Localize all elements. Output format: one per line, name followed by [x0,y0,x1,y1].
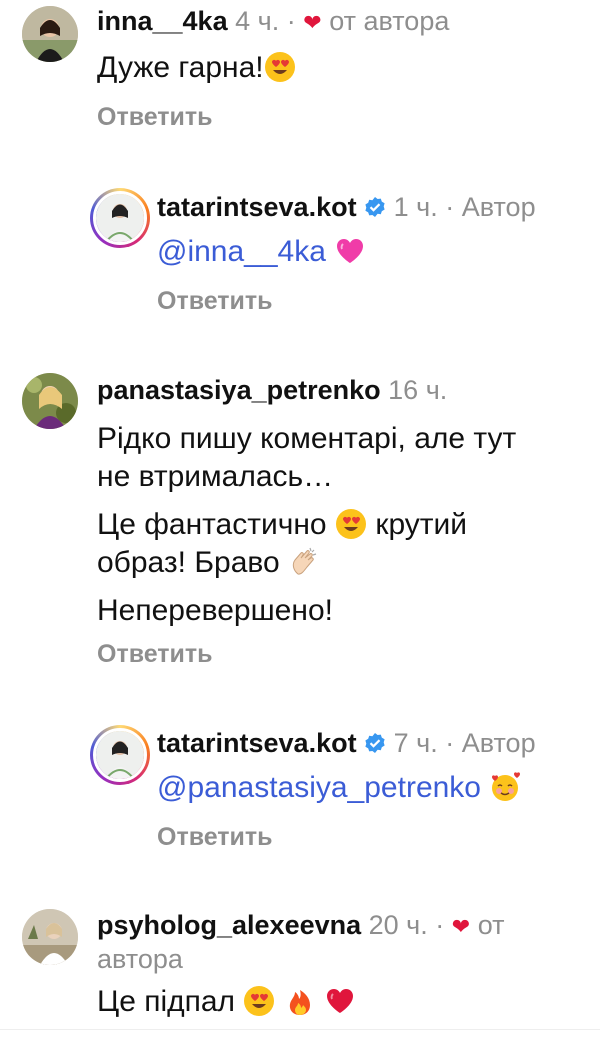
verified-badge-icon [365,733,385,753]
timestamp: 7 ч. [393,728,438,758]
comment-meta: panastasiya_petrenko 16 ч. [97,373,447,407]
separator: · [445,192,455,222]
author-badge: Автор [461,192,536,222]
liked-by-author-label: от автора [329,6,450,36]
comment-meta-wrap: автора [97,942,183,976]
comment-line: Дуже гарна! [97,51,264,84]
comment-text: Це підпал [97,983,356,1021]
comment-inna: inna__4ka 4 ч. · ❤ от автора Дуже гарна!… [0,0,600,140]
comment-meta: tatarintseva.kot 1 ч. · Автор [157,190,536,224]
smiling-hearts-emoji [492,772,521,801]
reply-button[interactable]: Ответить [157,823,273,852]
reply-button[interactable]: Ответить [97,103,213,132]
clapping-hands-emoji [292,547,317,575]
reply-button[interactable]: Ответить [97,640,213,669]
pink-heart-emoji [337,239,364,263]
avatar[interactable] [90,188,150,248]
comment-text: @inna__4ka [157,233,366,271]
timestamp: 20 ч. [368,910,428,940]
comment-line: не втрималась… [97,460,334,493]
comment-line: Це фантастично [97,508,327,541]
comment-author-reply: tatarintseva.kot 1 ч. · Автор @inna__4ka… [0,180,600,320]
mention-link[interactable]: @panastasiya_petrenko [157,771,481,804]
separator: · [286,6,296,36]
username[interactable]: psyholog_alexeevna [97,910,361,940]
comment-meta: tatarintseva.kot 7 ч. · Автор [157,726,536,760]
comment-line: образ! Браво [97,546,280,579]
comment-line: Рідко пишу коментарі, але тут [97,422,517,455]
comment-line: крутий [375,508,468,541]
avatar[interactable] [22,909,78,965]
comment-author-reply: tatarintseva.kot 7 ч. · Автор @panastasi… [0,715,600,855]
comment-psyholog: psyholog_alexeevna 20 ч. · ❤ от автора Ц… [0,895,600,1037]
timestamp: 16 ч. [388,375,448,405]
author-badge: Автор [461,728,536,758]
reply-button[interactable]: Ответить [157,287,273,316]
avatar[interactable] [22,373,78,429]
fire-emoji [289,990,310,1015]
comment-panastasiya: panastasiya_petrenko 16 ч. Рідко пишу ко… [0,365,600,675]
comment-text: Рідко пишу коментарі, але тут не втримал… [97,420,577,630]
separator: · [435,910,445,940]
heart-eyes-emoji [244,986,275,1016]
comment-meta: psyholog_alexeevna 20 ч. · ❤ от [97,908,505,944]
mention-link[interactable]: @inna__4ka [157,235,326,268]
liked-by-author-label: от [477,910,505,940]
timestamp: 4 ч. [235,6,280,36]
comment-line-wrapper: Це фантастично крутий [97,506,577,544]
username[interactable]: inna__4ka [97,6,228,36]
username[interactable]: tatarintseva.kot [157,728,357,758]
heart-eyes-emoji [264,52,295,82]
comment-line: Це підпал [97,985,236,1018]
comment-meta: inna__4ka 4 ч. · ❤ от автора [97,4,449,40]
verified-badge-icon [365,197,385,217]
avatar[interactable] [90,725,150,785]
comment-line: Неперевершено! [97,594,333,627]
username[interactable]: panastasiya_petrenko [97,375,381,405]
timestamp: 1 ч. [393,192,438,222]
comment-text: Дуже гарна! [97,49,296,87]
heart-icon: ❤ [303,10,322,35]
heart-eyes-emoji [335,509,366,539]
comment-text: @panastasiya_petrenko [157,769,521,807]
bottom-divider [0,1029,600,1030]
liked-by-author-label: автора [97,944,183,974]
comment-line-wrapper: образ! Браво [97,544,577,582]
heart-icon: ❤ [451,914,471,939]
username[interactable]: tatarintseva.kot [157,192,357,222]
separator: · [445,728,455,758]
avatar[interactable] [22,6,78,62]
red-heart-emoji [327,989,354,1013]
